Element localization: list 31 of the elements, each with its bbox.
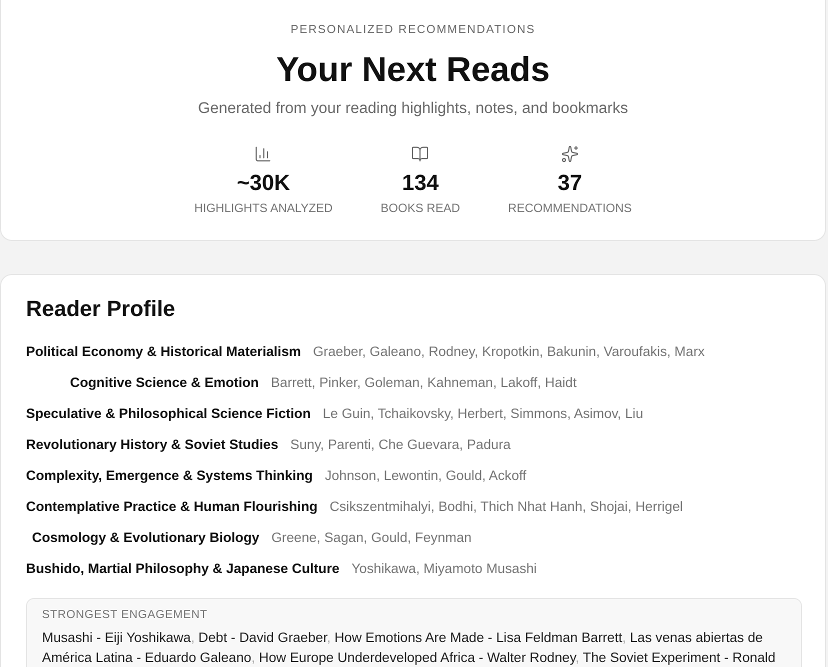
- bar-chart-icon: [254, 145, 272, 163]
- topic-label: Political Economy & Historical Materialism: [26, 343, 301, 361]
- topic-label: Bushido, Martial Philosophy & Japanese Culture: [26, 560, 340, 578]
- section-kicker: PERSONALIZED RECOMMENDATIONS: [290, 22, 536, 38]
- sparkles-icon: [560, 145, 579, 163]
- author-list: Le Guin, Tchaikovsky, Herbert, Simmons, Asimov, Liu: [322, 404, 644, 424]
- stat-value: 134: [402, 169, 439, 197]
- stat-label: RECOMMENDATIONS: [508, 200, 632, 216]
- engagement-text: Musashi - Eiji Yoshikawa, Debt - David Graeber, How Emotions Are Made - Lisa Feldman Barrett, Las venas abiertas de América Latina - Eduardo Galeano, How Europe Underdeveloped Africa - Walter Rodney, The Soviet Experiment - Ronald: [42, 629, 776, 667]
- stat-label: HIGHLIGHTS ANALYZED: [194, 200, 333, 216]
- author-list: Johnson, Lewontin, Gould, Ackoff: [324, 466, 526, 486]
- stat-label: BOOKS READ: [380, 200, 460, 216]
- page-title: Your Next Reads: [276, 50, 550, 90]
- author-list: Yoshikawa, Miyamoto Musashi: [351, 559, 537, 579]
- page-subtitle: Generated from your reading highlights, notes, and bookmarks: [198, 99, 628, 119]
- topic-label: Cosmology & Evolutionary Biology: [32, 529, 260, 547]
- author-list: Barrett, Pinker, Goleman, Kahneman, Lakoff, Haidt: [270, 373, 577, 393]
- stat-value: 37: [558, 169, 582, 197]
- panel-label: STRONGEST ENGAGEMENT: [42, 608, 209, 623]
- stat-value: ~30K: [236, 169, 290, 197]
- topic-label: Speculative & Philosophical Science Fiction: [26, 405, 311, 423]
- topic-label: Contemplative Practice & Human Flourishing: [26, 498, 318, 516]
- author-list: Suny, Parenti, Che Guevara, Padura: [290, 435, 511, 455]
- section-heading: Reader Profile: [26, 295, 176, 323]
- topic-label: Complexity, Emergence & Systems Thinking: [26, 467, 313, 485]
- open-book-icon: [411, 145, 430, 163]
- author-list: Csikszentmihalyi, Bodhi, Thich Nhat Hanh, Shojai, Herrigel: [330, 497, 683, 517]
- topic-label: Revolutionary History & Soviet Studies: [26, 436, 278, 454]
- author-list: Graeber, Galeano, Rodney, Kropotkin, Bakunin, Varoufakis, Marx: [312, 342, 705, 362]
- author-list: Greene, Sagan, Gould, Feynman: [271, 528, 472, 548]
- topic-label: Cognitive Science & Emotion: [70, 374, 259, 392]
